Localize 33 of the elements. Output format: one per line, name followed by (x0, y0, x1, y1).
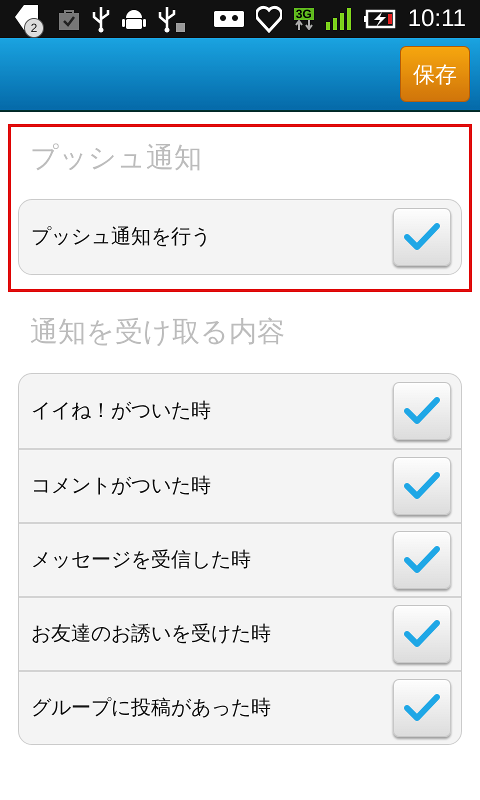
setting-label: コメントがついた時 (31, 474, 212, 499)
setting-label: プッシュ通知を行う (31, 225, 212, 250)
battery-charging-icon (364, 9, 396, 29)
usb-icon (158, 5, 186, 33)
checkmark-icon (404, 545, 440, 575)
heart-icon (256, 5, 282, 33)
checkbox[interactable] (393, 382, 451, 440)
checkbox[interactable] (393, 208, 451, 266)
shopping-bag-icon (58, 8, 80, 30)
signal-icon (326, 8, 352, 30)
android-icon (122, 7, 146, 31)
section-title: プッシュ通知 (29, 141, 203, 175)
checkbox[interactable] (393, 531, 451, 589)
checkmark-icon (404, 222, 440, 252)
notification-count: 2 (24, 18, 44, 38)
data-arrows-icon (294, 20, 313, 30)
checkmark-icon (404, 396, 440, 426)
usb-icon (92, 5, 110, 33)
voicemail-icon (214, 11, 244, 27)
setting-label: メッセージを受信した時 (31, 548, 252, 573)
clock: 10:11 (408, 7, 466, 31)
checkmark-icon (404, 471, 440, 501)
network-type: 3G (294, 8, 314, 20)
setting-label: イイね！がついた時 (31, 399, 212, 424)
setting-label: お友達のお誘いを受けた時 (31, 622, 272, 647)
checkmark-icon (404, 619, 440, 649)
section-title: 通知を受け取る内容 (29, 315, 286, 349)
setting-label: グループに投稿があった時 (31, 696, 272, 721)
checkbox[interactable] (393, 457, 451, 515)
checkmark-icon (404, 693, 440, 723)
save-button[interactable]: 保存 (400, 46, 470, 102)
checkbox[interactable] (393, 605, 451, 663)
checkbox[interactable] (393, 679, 451, 737)
